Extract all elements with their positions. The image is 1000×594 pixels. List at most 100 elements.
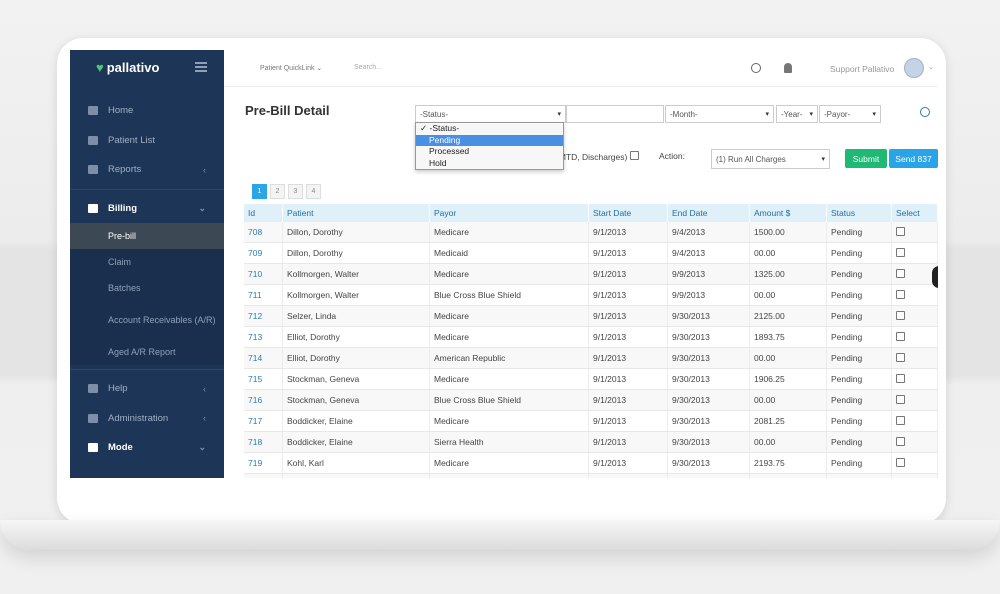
sidebar-item-account-receivables[interactable]: Account Receivables (A/R) — [70, 301, 224, 339]
sidebar-item-reports[interactable]: Reports ‹ — [70, 155, 224, 185]
status-option-pending[interactable]: Pending — [416, 134, 563, 146]
cell-id[interactable]: 710 — [244, 263, 283, 285]
table-row[interactable]: 716 Stockman, Geneva Blue Cross Blue Shiel… — [244, 389, 938, 411]
cell-id[interactable]: 708 — [244, 222, 283, 243]
pre-bill-table: Id Patient Payor Start Date End Date Amo… — [244, 204, 938, 478]
hamburger-menu-icon[interactable] — [195, 62, 207, 74]
status-select[interactable]: -Status- ▾ — [415, 105, 566, 123]
sidebar-item-home[interactable]: Home — [70, 96, 224, 126]
column-header-status[interactable]: Status — [826, 204, 892, 222]
sidebar-item-claim[interactable]: Claim — [70, 249, 224, 275]
sidebar-item-batches[interactable]: Batches — [70, 275, 224, 301]
row-select-checkbox[interactable] — [896, 352, 905, 362]
page-button[interactable]: 1 — [252, 184, 267, 199]
row-select-checkbox[interactable] — [896, 457, 905, 467]
submit-button[interactable]: Submit — [845, 149, 887, 168]
column-header-payor[interactable]: Payor — [429, 204, 589, 222]
table-row[interactable]: 712 Selzer, Linda Medicare 9/1/2013 9/30/201… — [244, 305, 938, 327]
search-icon[interactable] — [920, 107, 930, 117]
mtd-checkbox[interactable] — [629, 151, 639, 160]
cell-id[interactable]: 720 — [244, 473, 283, 478]
table-row[interactable]: 710 Kollmorgen, Walter Medicare 9/1/2013 9/9… — [244, 263, 938, 285]
action-select[interactable]: (1) Run All Charges ▾ — [711, 149, 830, 169]
table-row[interactable]: 713 Elliot, Dorothy Medicare 9/1/2013 9/30/2… — [244, 326, 938, 348]
cell-id[interactable]: 719 — [244, 452, 283, 474]
cell-id[interactable]: 715 — [244, 368, 283, 390]
column-header-patient[interactable]: Patient — [282, 204, 430, 222]
cell-id[interactable]: 717 — [244, 410, 283, 432]
search-icon[interactable] — [751, 63, 761, 73]
column-header-end-date[interactable]: End Date — [667, 204, 750, 222]
cell-select — [891, 305, 938, 327]
table-row[interactable]: 720Kohl, KarlMedicaid9/1/20139/30/201300… — [244, 473, 938, 478]
row-select-checkbox[interactable] — [896, 394, 905, 404]
cell-start-date: 9/1/2013 — [588, 284, 668, 306]
cell-id[interactable]: 718 — [244, 431, 283, 453]
logo[interactable]: ♥ pallativo — [70, 50, 224, 85]
table-row[interactable]: 709 Dillon, Dorothy Medicaid 9/1/2013 9/4/20… — [244, 242, 938, 264]
row-select-checkbox[interactable] — [896, 415, 905, 425]
sidebar-item-mode[interactable]: Mode ⌄ — [70, 433, 224, 463]
cell-select — [891, 431, 938, 453]
option-label: -Status- — [429, 123, 460, 133]
date-input[interactable] — [566, 105, 664, 123]
cell-payor: Medicare — [429, 326, 589, 348]
quote-icon — [88, 203, 98, 213]
table-row[interactable]: 714 Elliot, Dorothy American Republic 9/1/2… — [244, 347, 938, 369]
avatar[interactable] — [904, 58, 924, 78]
cell-id[interactable]: 709 — [244, 242, 283, 264]
cell-amount: 1325.00 — [749, 263, 827, 285]
payor-select[interactable]: -Payor- ▾ — [819, 105, 881, 123]
sidebar-item-pre-bill[interactable]: Pre-bill — [70, 223, 224, 249]
column-header-select[interactable]: Select — [891, 204, 938, 222]
page-button[interactable]: 2 — [270, 184, 285, 199]
row-select-checkbox[interactable] — [896, 373, 905, 383]
table-row[interactable]: 711 Kollmorgen, Walter Blue Cross Blue Shi… — [244, 284, 938, 306]
patient-quicklink-select[interactable]: Patient QuickLink ⌄ — [260, 64, 322, 72]
row-select-checkbox[interactable] — [896, 268, 905, 278]
cell-id[interactable]: 713 — [244, 326, 283, 348]
status-option-processed[interactable]: Processed — [416, 146, 563, 158]
year-select[interactable]: -Year- ▾ — [776, 105, 818, 123]
table-row[interactable]: 715 Stockman, Geneva Medicare 9/1/2013 9/30/… — [244, 368, 938, 390]
row-select-checkbox[interactable] — [896, 247, 905, 257]
cell-id[interactable]: 711 — [244, 284, 283, 306]
sidebar-item-billing[interactable]: Billing ⌄ — [70, 194, 224, 224]
table-row[interactable]: 708 Dillon, Dorothy Medicare 9/1/2013 9/4/20… — [244, 222, 938, 243]
table-row[interactable]: 718 Boddicker, Elaine Sierra Health 9/1/201… — [244, 431, 938, 453]
table-row[interactable]: 717 Boddicker, Elaine Medicare 9/1/2013 9/30… — [244, 410, 938, 432]
row-select-checkbox[interactable] — [896, 331, 905, 341]
status-option-hold[interactable]: Hold — [416, 158, 563, 170]
sidebar-item-administration[interactable]: Administration ‹ — [70, 404, 224, 434]
cell-status: Pending — [826, 452, 892, 474]
send-837-button[interactable]: Send 837 — [889, 149, 938, 168]
sidebar-item-patient-list[interactable]: Patient List — [70, 126, 224, 156]
column-header-amount[interactable]: Amount $ — [749, 204, 827, 222]
chevron-down-icon[interactable]: ⌄ — [928, 63, 934, 71]
user-icon[interactable] — [784, 63, 792, 73]
top-search-input[interactable]: Search... — [354, 64, 382, 71]
column-header-start-date[interactable]: Start Date — [588, 204, 668, 222]
page-button[interactable]: 4 — [306, 184, 321, 199]
page-button[interactable]: 3 — [288, 184, 303, 199]
row-select-checkbox[interactable] — [896, 310, 905, 320]
cell-id[interactable]: 714 — [244, 347, 283, 369]
cell-id[interactable]: 716 — [244, 389, 283, 411]
row-select-checkbox[interactable] — [896, 226, 905, 236]
status-option-default[interactable]: ✓ -Status- — [416, 123, 563, 135]
sidebar-item-label: Home — [108, 105, 134, 117]
row-select-checkbox[interactable] — [896, 289, 905, 299]
support-link[interactable]: Support Pallativo — [830, 64, 894, 74]
column-header-id[interactable]: Id — [244, 204, 283, 222]
cell-status: Pending — [826, 389, 892, 411]
cell-amount: 2081.25 — [749, 410, 827, 432]
row-select-checkbox[interactable] — [896, 436, 905, 446]
cell-patient: Kohl, Karl — [282, 473, 430, 478]
cell-id[interactable]: 712 — [244, 305, 283, 327]
sidebar-item-help[interactable]: Help ‹ — [70, 374, 224, 404]
month-select[interactable]: -Month- ▾ — [665, 105, 774, 123]
sidebar-item-aged-ar-report[interactable]: Aged A/R Report — [70, 339, 224, 365]
cell-payor: Sierra Health — [429, 431, 589, 453]
table-row[interactable]: 719 Kohl, Karl Medicare 9/1/2013 9/30/2013 21… — [244, 452, 938, 474]
cell-start-date: 9/1/2013 — [588, 473, 668, 478]
